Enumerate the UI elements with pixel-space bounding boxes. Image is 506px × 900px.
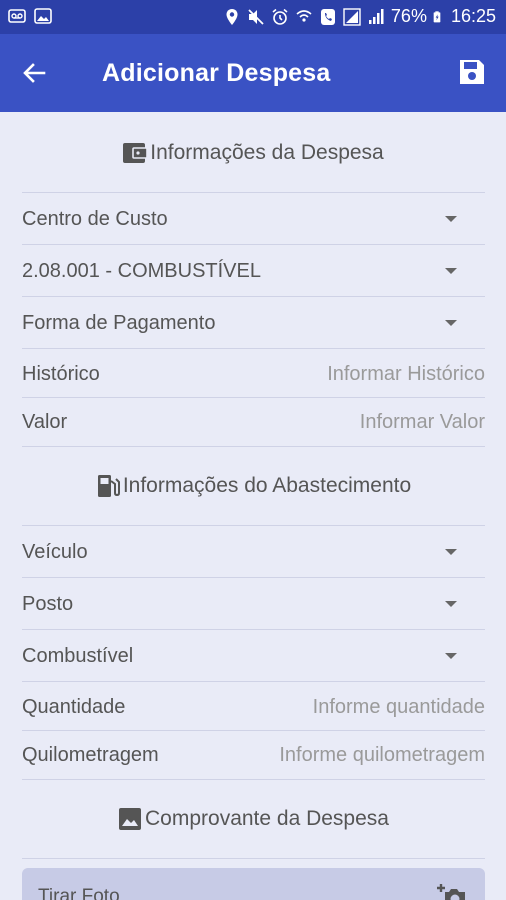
divider (22, 348, 485, 349)
centro-custo-select[interactable]: Centro de Custo (22, 195, 485, 243)
back-arrow-icon[interactable] (20, 59, 48, 87)
signal-icon (368, 8, 384, 24)
location-icon (226, 8, 238, 25)
dropdown-arrow-icon (445, 549, 457, 555)
divider (22, 629, 485, 630)
divider (22, 192, 485, 193)
section-title: Comprovante da Despesa (145, 807, 389, 830)
dropdown-arrow-icon (445, 653, 457, 659)
dropdown-arrow-icon (445, 601, 457, 607)
forma-pagamento-select[interactable]: Forma de Pagamento (22, 299, 485, 347)
field-label: Combustível (22, 644, 134, 667)
posto-select[interactable]: Posto (22, 580, 485, 628)
field-label: Veículo (22, 540, 88, 563)
battery-percent: 76% (390, 6, 427, 26)
image-icon (34, 8, 52, 24)
veiculo-select[interactable]: Veículo (22, 528, 485, 576)
dropdown-arrow-icon (445, 320, 457, 326)
historico-input[interactable]: Informar Histórico (327, 363, 485, 386)
quantidade-input[interactable]: Informe quantidade (313, 696, 485, 719)
quantidade-field[interactable]: Quantidade Informe quantidade (22, 683, 485, 731)
valor-input[interactable]: Informar Valor (360, 411, 485, 434)
divider (22, 296, 485, 297)
divider (22, 446, 485, 447)
valor-field[interactable]: Valor Informar Valor (22, 398, 485, 446)
alarm-icon (272, 8, 288, 25)
section-header-comprovante: Comprovante da Despesa (0, 804, 506, 834)
button-label: Tirar Foto (38, 886, 120, 900)
divider (22, 779, 485, 780)
quilometragem-field[interactable]: Quilometragem Informe quilometragem (22, 731, 485, 779)
mute-icon (248, 8, 264, 25)
dropdown-arrow-icon (445, 268, 457, 274)
conta-select[interactable]: 2.08.001 - COMBUSTÍVEL (22, 247, 485, 295)
wallet-icon (123, 143, 149, 163)
section-title: Informações da Despesa (150, 141, 384, 164)
divider (22, 681, 485, 682)
dropdown-arrow-icon (445, 216, 457, 222)
combustivel-select[interactable]: Combustível (22, 632, 485, 680)
field-label: Centro de Custo (22, 207, 168, 230)
voicemail-icon (8, 9, 26, 23)
add-photo-icon (437, 884, 465, 900)
section-header-abastecimento: Informações do Abastecimento (0, 471, 506, 501)
divider (22, 577, 485, 578)
battery-charging-icon (433, 10, 441, 22)
photo-icon (119, 808, 141, 830)
field-value: 2.08.001 - COMBUSTÍVEL (22, 259, 261, 282)
save-icon[interactable] (458, 58, 486, 86)
quilometragem-input[interactable]: Informe quilometragem (279, 744, 485, 767)
field-label: Quantidade (22, 695, 126, 718)
field-label: Histórico (22, 362, 100, 385)
phone-icon (320, 8, 335, 25)
divider (22, 858, 485, 859)
field-label: Valor (22, 410, 68, 433)
app-bar: Adicionar Despesa (0, 34, 506, 112)
fuel-pump-icon (97, 475, 120, 497)
field-label: Quilometragem (22, 743, 159, 766)
divider (22, 525, 485, 526)
divider (22, 244, 485, 245)
status-bar: 76% 16:25 (0, 0, 506, 34)
field-label: Forma de Pagamento (22, 311, 216, 334)
tirar-foto-button[interactable]: Tirar Foto (22, 868, 485, 900)
page-title: Adicionar Despesa (102, 59, 331, 87)
field-label: Posto (22, 592, 74, 615)
signal-box-icon (343, 7, 361, 26)
section-title: Informações do Abastecimento (122, 474, 412, 497)
clock: 16:25 (450, 6, 496, 26)
section-header-despesa: Informações da Despesa (0, 138, 506, 168)
historico-field[interactable]: Histórico Informar Histórico (22, 350, 485, 398)
wifi-call-icon (296, 9, 312, 22)
